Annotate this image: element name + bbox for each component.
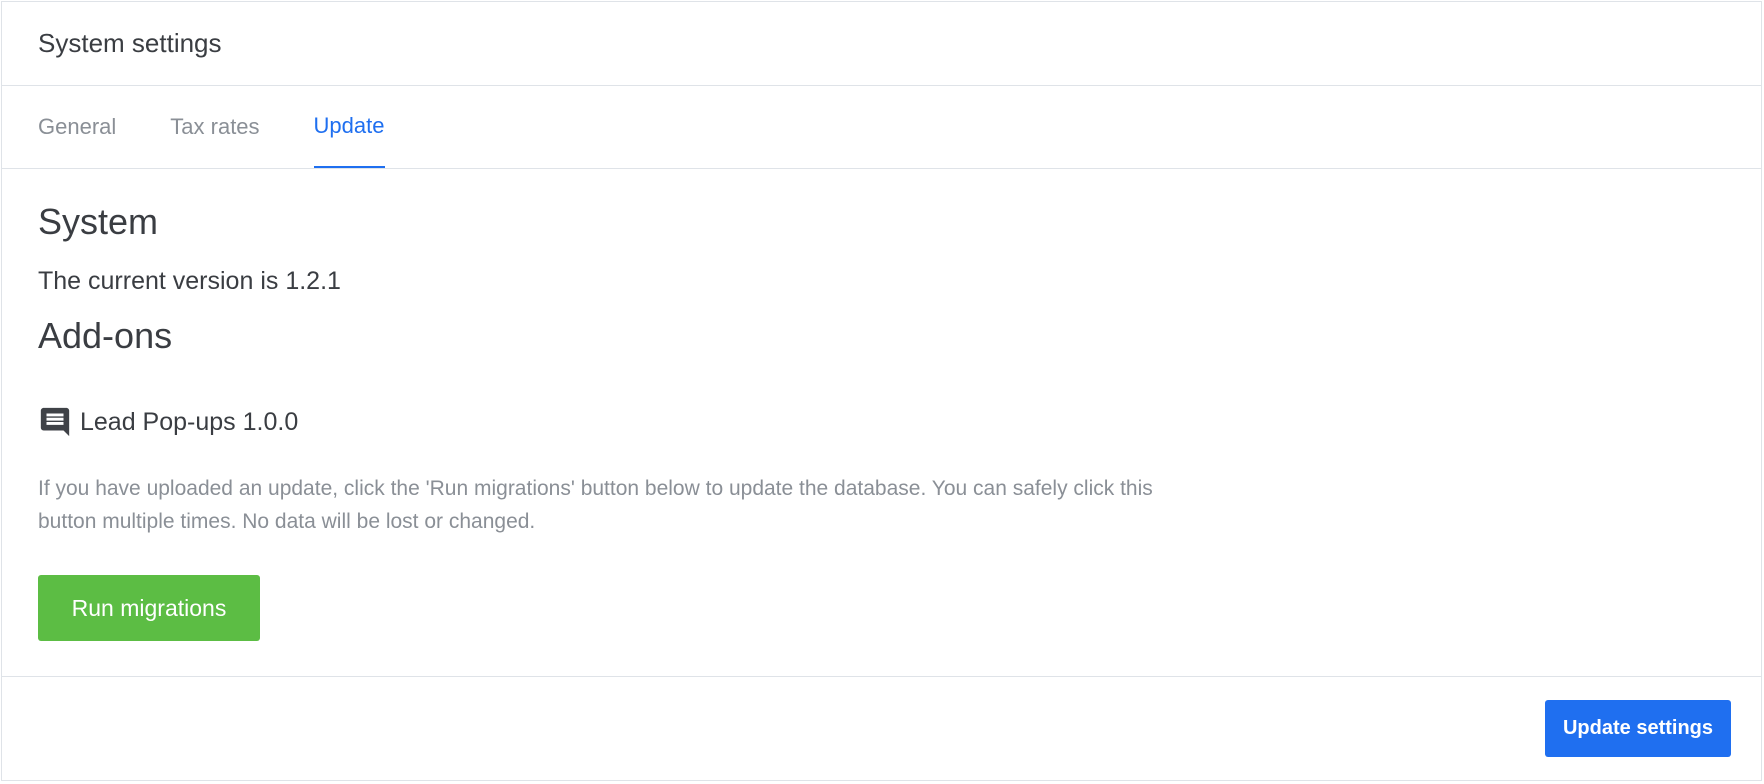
tab-tax-rates[interactable]: Tax rates xyxy=(170,86,259,168)
card-header: System settings xyxy=(2,2,1761,86)
tab-update[interactable]: Update xyxy=(313,86,385,168)
settings-card: System settings General Tax rates Update… xyxy=(1,1,1762,781)
run-migrations-button[interactable]: Run migrations xyxy=(38,575,260,641)
version-text: The current version is 1.2.1 xyxy=(38,267,341,295)
update-settings-button[interactable]: Update settings xyxy=(1545,700,1731,757)
migration-help-text: If you have uploaded an update, click th… xyxy=(38,477,1153,533)
update-panel: System The current version is 1.2.1 Add-… xyxy=(2,169,1761,677)
comment-icon xyxy=(38,405,72,439)
addon-item: Lead Pop-ups 1.0.0 xyxy=(38,405,298,439)
addons-heading: Add-ons xyxy=(38,315,173,356)
system-heading: System xyxy=(38,201,159,242)
card-footer: Update settings xyxy=(2,677,1761,780)
page-title: System settings xyxy=(38,28,222,58)
tab-bar: General Tax rates Update xyxy=(2,86,1761,169)
tab-general[interactable]: General xyxy=(38,86,116,168)
addon-label: Lead Pop-ups 1.0.0 xyxy=(80,407,299,436)
